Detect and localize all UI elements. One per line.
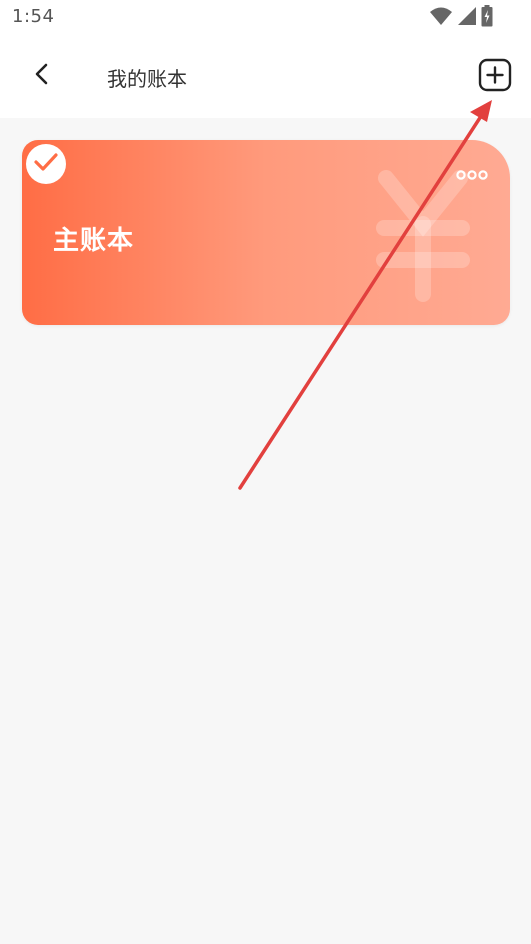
page-title: 我的账本 — [107, 67, 187, 91]
selected-badge — [26, 144, 66, 184]
add-account-button[interactable] — [476, 58, 514, 96]
status-bar: 1:54 — [0, 0, 531, 36]
status-time: 1:54 — [12, 6, 55, 27]
check-icon — [34, 152, 58, 176]
status-icons — [429, 5, 493, 31]
signal-icon — [457, 6, 477, 30]
chevron-left-icon — [32, 63, 52, 89]
card-more-button[interactable] — [452, 162, 492, 188]
account-list: 主账本 — [0, 118, 531, 944]
wifi-icon — [429, 6, 453, 30]
account-card[interactable]: 主账本 — [22, 140, 510, 325]
header: 我的账本 — [0, 36, 531, 118]
battery-icon — [481, 5, 493, 31]
account-name: 主账本 — [53, 226, 135, 256]
back-button[interactable] — [24, 58, 60, 94]
add-square-icon — [478, 58, 512, 96]
more-icon — [456, 166, 488, 185]
